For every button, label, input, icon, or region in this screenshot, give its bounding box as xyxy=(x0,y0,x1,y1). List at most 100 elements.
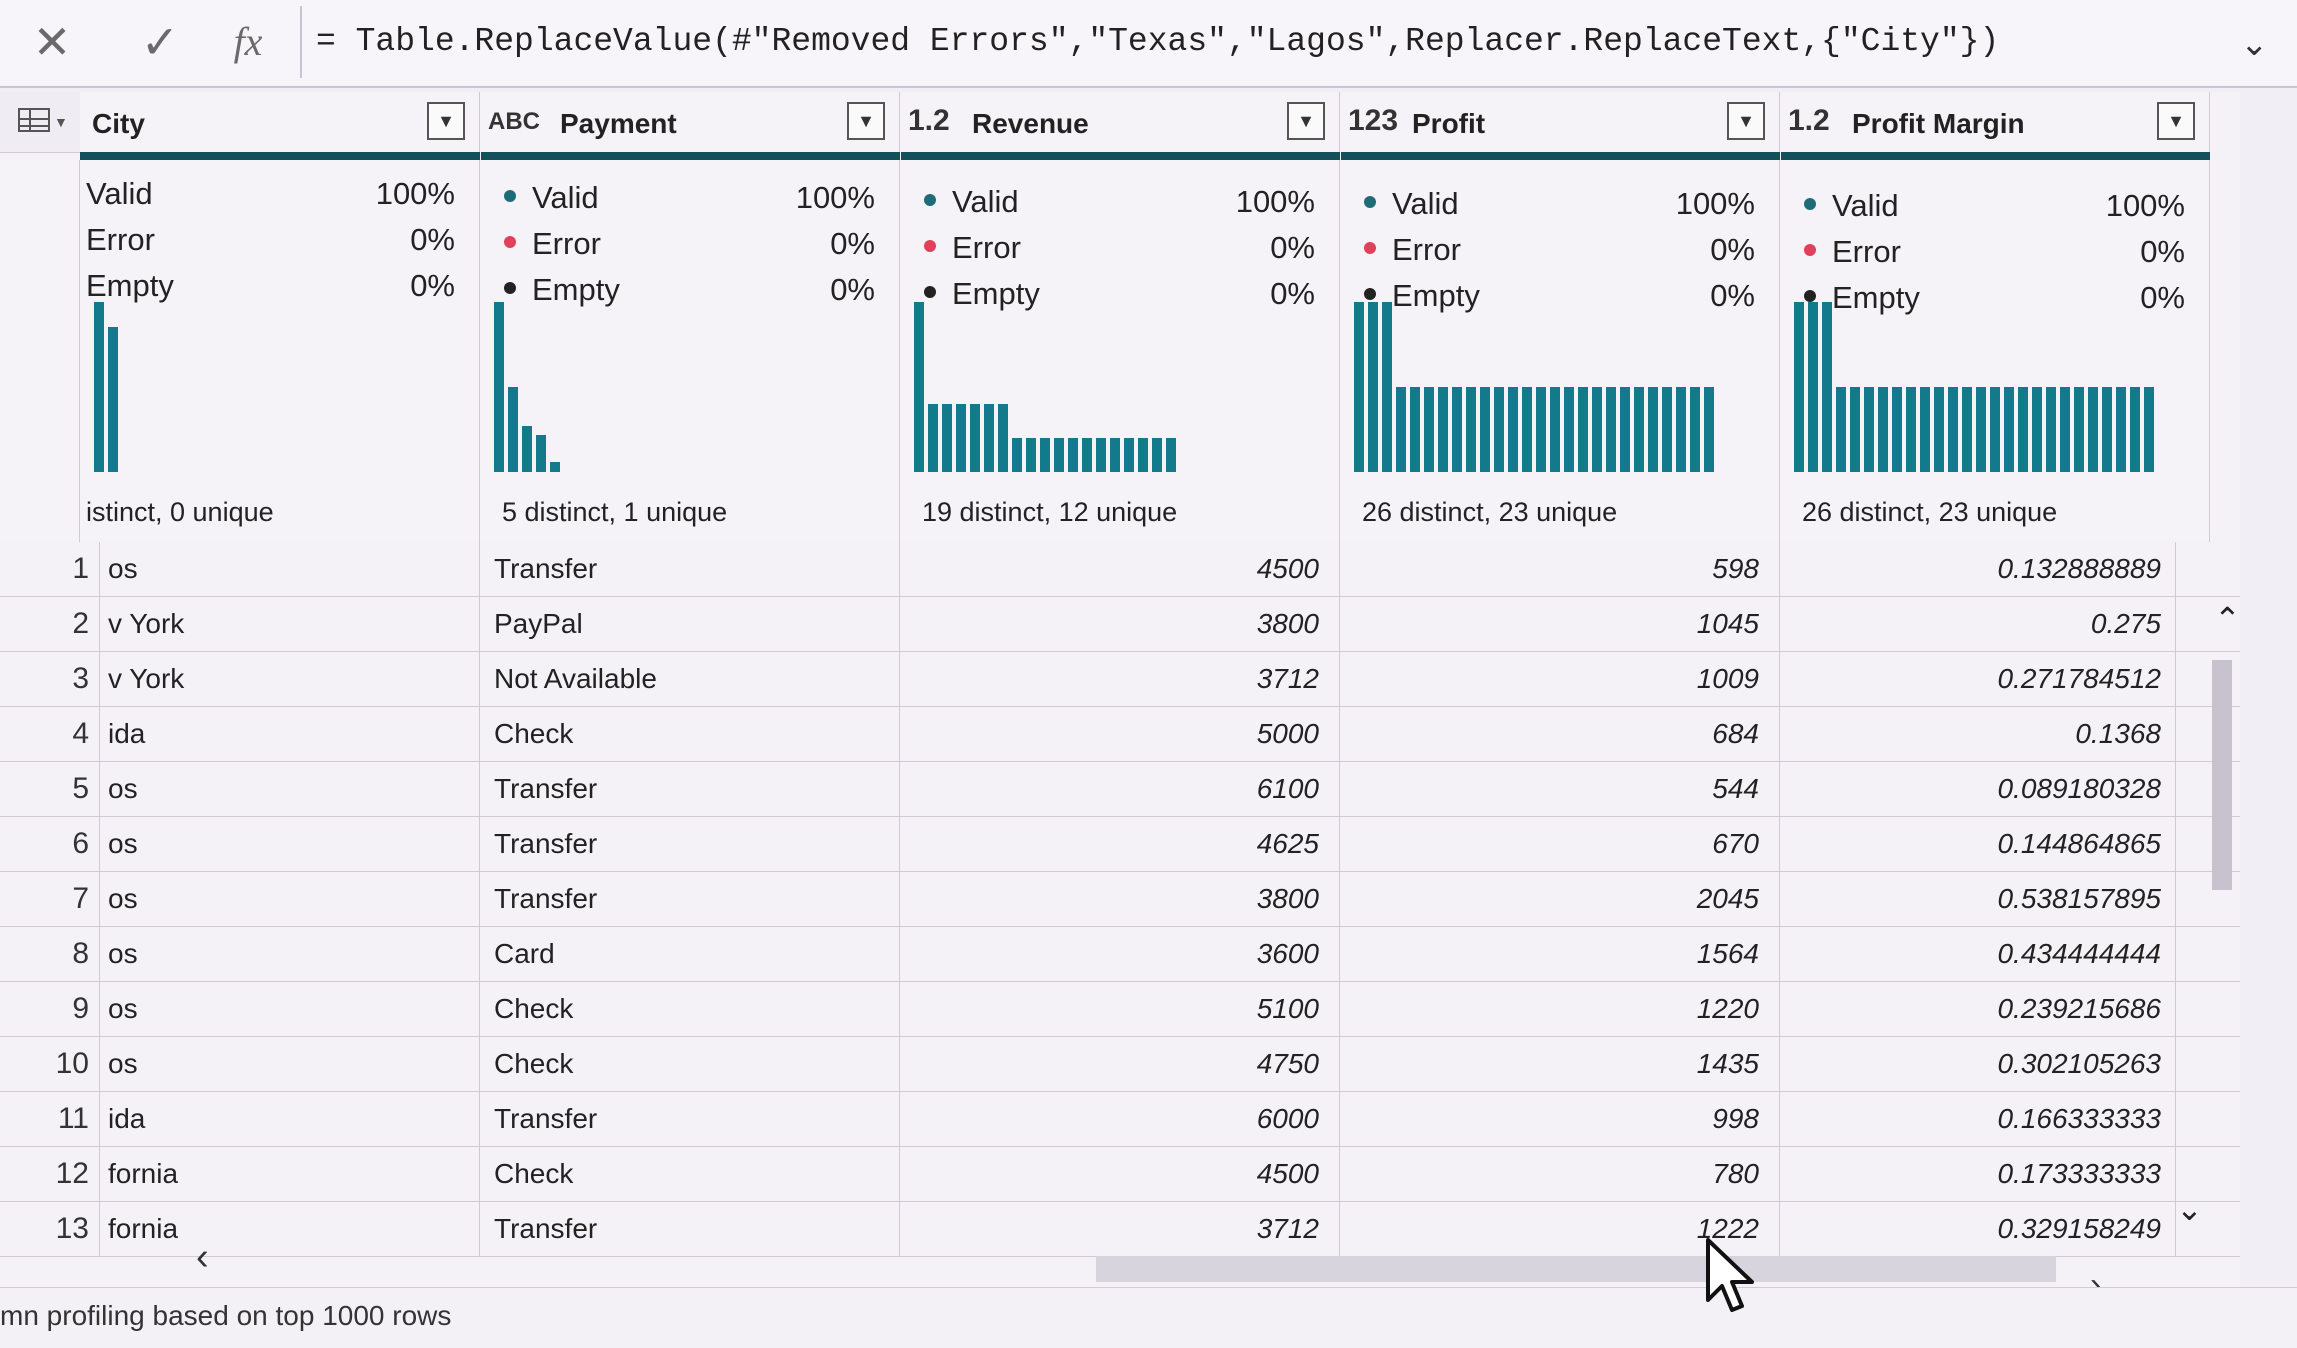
histogram-bar[interactable] xyxy=(984,404,994,472)
revenue-cell[interactable]: 4750 xyxy=(900,1037,1340,1091)
city-cell[interactable]: fornia xyxy=(100,1147,480,1201)
histogram-bar[interactable] xyxy=(2130,387,2140,472)
profit-margin-cell[interactable]: 0.434444444 xyxy=(1780,927,2176,981)
revenue-cell[interactable]: 3800 xyxy=(900,597,1340,651)
revenue-cell[interactable]: 4500 xyxy=(900,1147,1340,1201)
histogram-bar[interactable] xyxy=(1704,387,1714,472)
distribution-histogram[interactable] xyxy=(914,302,1309,472)
histogram-bar[interactable] xyxy=(2088,387,2098,472)
histogram-bar[interactable] xyxy=(536,435,546,472)
histogram-bar[interactable] xyxy=(928,404,938,472)
payment-cell[interactable]: Transfer xyxy=(480,817,900,871)
histogram-bar[interactable] xyxy=(1990,387,2000,472)
filter-dropdown-icon[interactable]: ▼ xyxy=(2157,102,2195,140)
histogram-bar[interactable] xyxy=(2102,387,2112,472)
histogram-bar[interactable] xyxy=(1606,387,1616,472)
histogram-bar[interactable] xyxy=(1026,438,1036,472)
histogram-bar[interactable] xyxy=(1522,387,1532,472)
profit-margin-cell[interactable]: 0.089180328 xyxy=(1780,762,2176,816)
histogram-bar[interactable] xyxy=(942,404,952,472)
histogram-bar[interactable] xyxy=(2116,387,2126,472)
table-row[interactable]: 4 ida Check 5000 684 0.1368 xyxy=(0,707,2240,762)
city-cell[interactable]: os xyxy=(100,982,480,1036)
city-cell[interactable]: os xyxy=(100,542,480,596)
histogram-bar[interactable] xyxy=(1592,387,1602,472)
histogram-bar[interactable] xyxy=(1662,387,1672,472)
histogram-bar[interactable] xyxy=(1934,387,1944,472)
table-row[interactable]: 3 v York Not Available 3712 1009 0.27178… xyxy=(0,652,2240,707)
histogram-bar[interactable] xyxy=(914,302,924,472)
payment-cell[interactable]: Transfer xyxy=(480,1092,900,1146)
histogram-bar[interactable] xyxy=(2060,387,2070,472)
profit-cell[interactable]: 998 xyxy=(1340,1092,1780,1146)
revenue-cell[interactable]: 5100 xyxy=(900,982,1340,1036)
histogram-bar[interactable] xyxy=(508,387,518,472)
payment-cell[interactable]: Check xyxy=(480,707,900,761)
histogram-bar[interactable] xyxy=(522,426,532,472)
histogram-bar[interactable] xyxy=(1410,387,1420,472)
profit-cell[interactable]: 598 xyxy=(1340,542,1780,596)
histogram-bar[interactable] xyxy=(1822,302,1832,472)
histogram-bar[interactable] xyxy=(1976,387,1986,472)
histogram-bar[interactable] xyxy=(1054,438,1064,472)
histogram-bar[interactable] xyxy=(1166,438,1176,472)
profit-margin-cell[interactable]: 0.538157895 xyxy=(1780,872,2176,926)
chevron-down-icon[interactable]: ⌄ xyxy=(2240,24,2269,64)
histogram-bar[interactable] xyxy=(1906,387,1916,472)
city-cell[interactable]: os xyxy=(100,872,480,926)
histogram-bar[interactable] xyxy=(1040,438,1050,472)
revenue-cell[interactable]: 3712 xyxy=(900,1202,1340,1256)
histogram-bar[interactable] xyxy=(1948,387,1958,472)
city-cell[interactable]: v York xyxy=(100,597,480,651)
column-header-payment[interactable]: ABC Payment ▼ xyxy=(480,92,900,152)
revenue-cell[interactable]: 3800 xyxy=(900,872,1340,926)
check-icon[interactable]: ✓ xyxy=(130,14,190,70)
city-cell[interactable]: v York xyxy=(100,652,480,706)
column-header-profit[interactable]: 123 Profit ▼ xyxy=(1340,92,1780,152)
histogram-bar[interactable] xyxy=(1152,438,1162,472)
formula-input[interactable]: = Table.ReplaceValue(#"Removed Errors","… xyxy=(316,10,1999,74)
histogram-bar[interactable] xyxy=(1368,302,1378,472)
profit-margin-cell[interactable]: 0.1368 xyxy=(1780,707,2176,761)
payment-cell[interactable]: Check xyxy=(480,982,900,1036)
distribution-histogram[interactable] xyxy=(94,302,449,472)
histogram-bar[interactable] xyxy=(108,327,118,472)
table-row[interactable]: 8 os Card 3600 1564 0.434444444 xyxy=(0,927,2240,982)
vertical-scrollbar-thumb[interactable] xyxy=(2212,660,2232,890)
histogram-bar[interactable] xyxy=(1536,387,1546,472)
payment-cell[interactable]: Transfer xyxy=(480,542,900,596)
histogram-bar[interactable] xyxy=(1634,387,1644,472)
table-menu-button[interactable]: ▼ xyxy=(0,92,81,153)
histogram-bar[interactable] xyxy=(1480,387,1490,472)
payment-cell[interactable]: Transfer xyxy=(480,1202,900,1256)
filter-dropdown-icon[interactable]: ▼ xyxy=(1727,102,1765,140)
revenue-cell[interactable]: 6000 xyxy=(900,1092,1340,1146)
profit-margin-cell[interactable]: 0.166333333 xyxy=(1780,1092,2176,1146)
histogram-bar[interactable] xyxy=(94,302,104,472)
table-row[interactable]: 10 os Check 4750 1435 0.302105263 xyxy=(0,1037,2240,1092)
histogram-bar[interactable] xyxy=(1578,387,1588,472)
table-row[interactable]: 13 fornia Transfer 3712 1222 0.329158249 xyxy=(0,1202,2240,1257)
histogram-bar[interactable] xyxy=(550,462,560,472)
distribution-histogram[interactable] xyxy=(494,302,869,472)
histogram-bar[interactable] xyxy=(1676,387,1686,472)
profit-margin-cell[interactable]: 0.302105263 xyxy=(1780,1037,2176,1091)
profit-margin-cell[interactable]: 0.173333333 xyxy=(1780,1147,2176,1201)
payment-cell[interactable]: Not Available xyxy=(480,652,900,706)
payment-cell[interactable]: PayPal xyxy=(480,597,900,651)
histogram-bar[interactable] xyxy=(1110,438,1120,472)
table-row[interactable]: 2 v York PayPal 3800 1045 0.275 xyxy=(0,597,2240,652)
histogram-bar[interactable] xyxy=(1794,302,1804,472)
city-cell[interactable]: os xyxy=(100,762,480,816)
filter-dropdown-icon[interactable]: ▼ xyxy=(1287,102,1325,140)
city-cell[interactable]: os xyxy=(100,927,480,981)
city-cell[interactable]: ida xyxy=(100,707,480,761)
profit-cell[interactable]: 1435 xyxy=(1340,1037,1780,1091)
table-row[interactable]: 12 fornia Check 4500 780 0.173333333 xyxy=(0,1147,2240,1202)
profit-margin-cell[interactable]: 0.239215686 xyxy=(1780,982,2176,1036)
profit-cell[interactable]: 544 xyxy=(1340,762,1780,816)
distribution-histogram[interactable] xyxy=(1354,302,1749,472)
scroll-left-icon[interactable]: ‹ xyxy=(196,1236,209,1279)
revenue-cell[interactable]: 4500 xyxy=(900,542,1340,596)
profit-cell[interactable]: 1009 xyxy=(1340,652,1780,706)
